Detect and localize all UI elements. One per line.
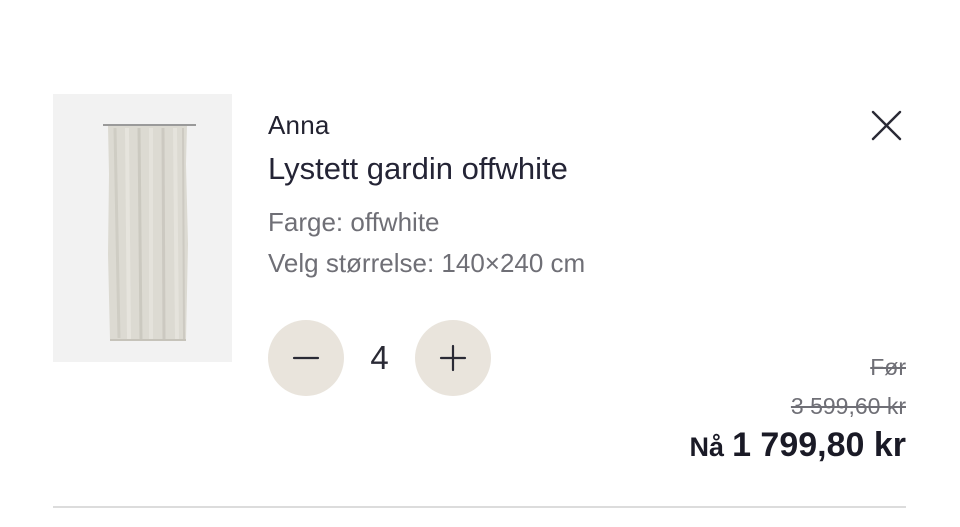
price-now-value: 1 799,80 kr [732,426,906,464]
close-icon [871,110,902,141]
divider [53,506,906,508]
minus-icon [292,356,320,360]
product-brand: Anna [268,110,330,140]
price-before-label: Før [870,354,906,380]
price-now-label: Nå [689,432,725,462]
curtain-illustration [53,94,232,362]
cart-item: Anna Lystett gardin offwhite Farge: offw… [0,0,960,527]
price-before-value: 3 599,60 kr [790,393,906,419]
product-title[interactable]: Lystett gardin offwhite [268,151,568,187]
product-size: Velg størrelse: 140×240 cm [268,248,586,278]
increase-quantity-button[interactable] [415,320,491,396]
remove-item-button[interactable] [866,106,906,146]
quantity-value: 4 [370,339,389,376]
price-now: Nå 1 799,80 kr [690,426,906,465]
decrease-quantity-button[interactable] [268,320,344,396]
product-color: Farge: offwhite [268,207,440,237]
product-image[interactable] [53,94,232,362]
plus-icon [439,344,467,372]
